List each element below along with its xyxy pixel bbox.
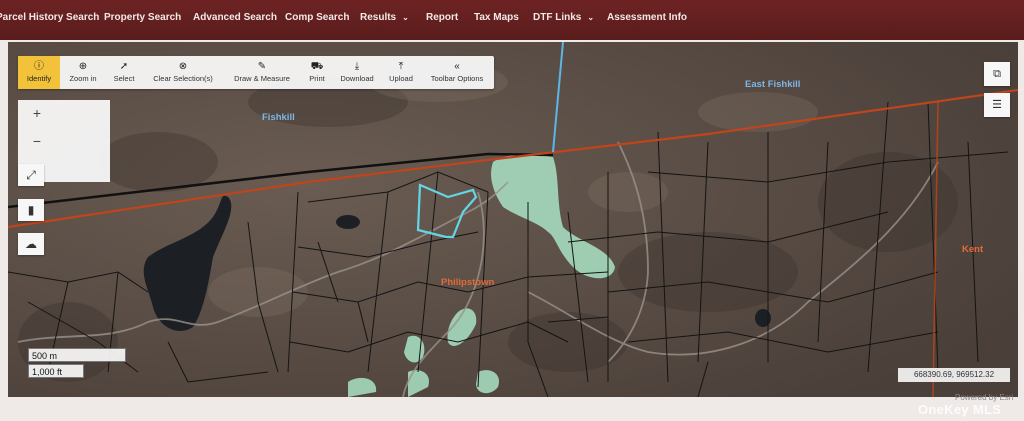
nav-dtf-links[interactable]: DTF Links ⌄ [533,12,594,23]
tool-zoom-in-label: Zoom in [69,74,97,83]
attribution-text: Powered by Esri [955,393,1014,402]
pencil-icon: ✎ [257,61,267,72]
clear-x-circle-icon: ⊗ [178,61,188,72]
tool-identify[interactable]: ⓘ Identify [18,56,60,89]
upload-arrow-icon: ⤒ [398,61,404,72]
magnifier-plus-icon: ⊕ [78,61,88,72]
aerial-parcel-map [8,42,1018,397]
nav-results-label: Results [360,12,397,23]
nav-property-search[interactable]: Property Search [104,12,181,23]
scale-bar-imperial: 1,000 ft [28,364,84,378]
coordinate-readout: 668390.69, 969512.32 [898,368,1010,382]
tool-download-label: Download [340,74,374,83]
cloud-upload-button[interactable]: ☁ [18,233,44,255]
nav-results[interactable]: Results ⌄ [360,12,409,23]
zoom-in-button[interactable]: + [25,102,49,124]
tool-identify-label: Identify [26,74,52,83]
map-label-kent: Kent [962,244,984,255]
tool-print[interactable]: ⛟ Print [304,56,330,89]
tool-upload-label: Upload [389,74,413,83]
tool-print-label: Print [309,74,325,83]
info-icon: ⓘ [34,61,44,72]
print-icon: ⛟ [310,61,324,72]
nav-comp-search[interactable]: Comp Search [285,12,349,23]
basemap-toggle-button[interactable]: ⧉ [984,62,1010,86]
map-view[interactable] [8,42,1018,397]
cursor-arrow-icon: ➚ [119,61,129,72]
zoom-out-button[interactable]: − [25,130,49,152]
tool-select[interactable]: ➚ Select [108,56,140,89]
tool-zoom-in[interactable]: ⊕ Zoom in [63,56,103,89]
map-label-philipstown: Philipstown [441,277,495,288]
nav-report[interactable]: Report [426,12,458,23]
tool-upload[interactable]: ⤒ Upload [384,56,418,89]
double-chevron-left-icon: « [454,61,460,72]
basemap-icon: ⧉ [993,68,1001,80]
chevron-down-icon: ⌄ [402,13,409,22]
tool-draw-measure[interactable]: ✎ Draw & Measure [227,56,297,89]
nav-advanced-search[interactable]: Advanced Search [193,12,277,23]
cloud-upload-icon: ☁ [25,237,37,251]
nav-tax-maps[interactable]: Tax Maps [474,12,519,23]
tool-toolbar-options[interactable]: « Toolbar Options [424,56,490,89]
tool-draw-measure-label: Draw & Measure [234,74,290,83]
layers-icon: ☰ [992,99,1002,111]
scale-bar-metric: 500 m [28,348,126,362]
map-label-fishkill: Fishkill [262,112,295,123]
chevron-down-icon: ⌄ [587,13,595,22]
bookmark-icon: ▮ [27,203,35,217]
top-navigation-bar: Parcel History Search Property Search Ad… [0,0,1024,40]
tool-toolbar-options-label: Toolbar Options [430,74,484,83]
download-arrow-icon: ⤓ [354,61,360,72]
watermark: OneKey MLS [918,402,1002,417]
nav-dtf-links-label: DTF Links [533,12,582,23]
layer-list-button[interactable]: ☰ [984,93,1010,117]
tool-clear-selections[interactable]: ⊗ Clear Selection(s) [145,56,221,89]
tool-select-label: Select [113,74,135,83]
full-extent-button[interactable]: ⤢ [18,164,44,186]
map-toolbar: ⓘ Identify ⊕ Zoom in ➚ Select ⊗ Clear Se… [18,56,494,89]
expand-arrows-icon: ⤢ [26,168,36,182]
tool-clear-selections-label: Clear Selection(s) [153,74,213,83]
nav-assessment-info[interactable]: Assessment Info [607,12,687,23]
nav-parcel-history-search[interactable]: Parcel History Search [0,12,99,23]
map-label-east-fishkill: East Fishkill [745,79,801,90]
tool-download[interactable]: ⤓ Download [336,56,378,89]
bookmark-button[interactable]: ▮ [18,199,44,221]
